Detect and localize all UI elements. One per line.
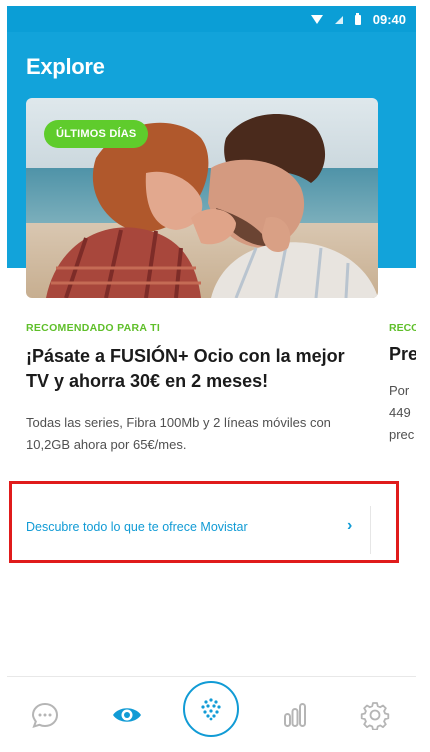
battery-icon: [354, 12, 361, 25]
next-card-label: RECO: [389, 322, 416, 334]
promo-description: Todas las series, Fibra 100Mb y 2 líneas…: [26, 415, 331, 452]
eye-icon: [113, 708, 141, 722]
promo-card-content[interactable]: RECOMENDADO PARA TI ¡Pásate a FUSIÓN+ Oc…: [7, 298, 416, 508]
offer-badge: ÚLTIMOS DÍAS: [44, 120, 149, 148]
status-time: 09:40: [372, 12, 406, 27]
status-bar: 09:40: [7, 6, 416, 32]
chat-icon: [31, 702, 59, 729]
promo-headline: ¡Pásate a FUSIÓN+ Ocio con la mejor TV y…: [26, 346, 345, 391]
tab-consumption[interactable]: [275, 695, 315, 735]
next-card-description: Por 449 prec: [389, 383, 415, 442]
highlight-box: [9, 481, 399, 563]
tab-movistar-home[interactable]: [183, 681, 239, 737]
next-card-headline: Pre: [389, 344, 416, 364]
phone-screen: 09:40 Explore ÚLTIMOS DÍAS RECOMENDADO P…: [7, 6, 416, 746]
page-title: Explore: [26, 54, 105, 79]
tab-settings[interactable]: [355, 695, 395, 735]
bar-chart-icon: [284, 703, 306, 727]
tab-explore[interactable]: [107, 695, 147, 735]
movistar-logo-icon: [201, 698, 221, 721]
signal-icon: [334, 15, 343, 24]
recommended-label: RECOMENDADO PARA TI: [26, 322, 161, 334]
gear-icon: [360, 702, 390, 730]
wifi-icon: [310, 15, 323, 24]
promo-card-image[interactable]: ÚLTIMOS DÍAS: [26, 98, 378, 298]
bottom-tab-bar: [7, 676, 416, 746]
tab-chat[interactable]: [25, 695, 65, 735]
